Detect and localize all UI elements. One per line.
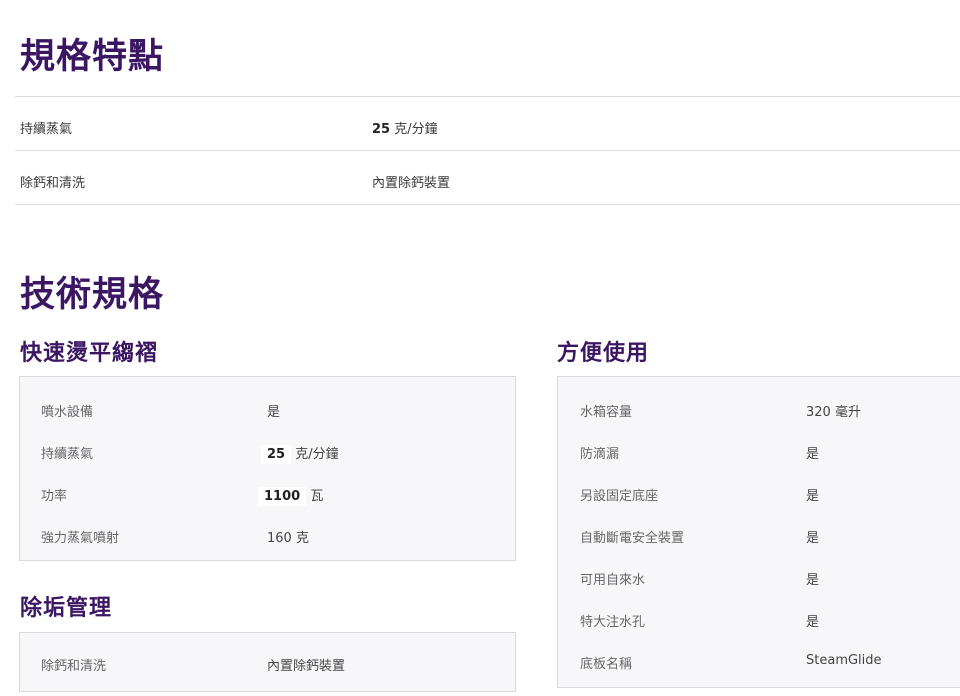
table-row: 強力蒸氣噴射 160 克 <box>20 523 515 547</box>
row-value: 是 <box>806 531 820 546</box>
spec-label: 除鈣和清洗 <box>20 176 86 191</box>
table-row: 噴水設備 是 <box>20 397 515 421</box>
row-label: 水箱容量 <box>580 405 633 420</box>
table-row: 持續蒸氣 25 克/分鐘 <box>20 439 515 464</box>
table-row: 底板名稱 SteamGlide <box>558 649 960 673</box>
row-label: 特大注水孔 <box>580 615 646 630</box>
table-row: 另設固定底座 是 <box>558 481 960 505</box>
spec-value-number: 25 <box>372 122 391 137</box>
row-value: 25 克/分鐘 <box>261 443 339 464</box>
table-row: 水箱容量 320 毫升 <box>558 397 960 421</box>
row-value: 是 <box>267 405 281 420</box>
row-label: 自動斷電安全裝置 <box>580 531 685 546</box>
row-value: 是 <box>806 447 820 462</box>
table-row: 防滴漏 是 <box>558 439 960 463</box>
spec-value: 25 克/分鐘 <box>372 118 438 137</box>
tech-specs-title: 技術規格 <box>20 275 165 315</box>
row-label: 另設固定底座 <box>580 489 659 504</box>
row-value: 320 毫升 <box>806 405 861 420</box>
row-value: 內置除鈣裝置 <box>267 659 346 674</box>
convenience-heading: 方便使用 <box>557 341 650 366</box>
row-label: 強力蒸氣噴射 <box>41 531 120 546</box>
fast-ironing-table: 噴水設備 是 持續蒸氣 25 克/分鐘 功率 1100 瓦 強力蒸氣噴射 160… <box>19 376 516 561</box>
row-value: 是 <box>806 615 820 630</box>
row-label: 持續蒸氣 <box>41 447 94 462</box>
row-value: 是 <box>806 489 820 504</box>
table-row: 特大注水孔 是 <box>558 607 960 631</box>
divider <box>15 150 960 151</box>
table-row: 功率 1100 瓦 <box>20 481 515 506</box>
divider <box>15 204 960 205</box>
row-label: 噴水設備 <box>41 405 94 420</box>
divider <box>15 96 960 97</box>
row-value-unit: 克/分鐘 <box>295 447 339 462</box>
descaling-heading: 除垢管理 <box>20 596 113 621</box>
descaling-table: 除鈣和清洗 內置除鈣裝置 <box>19 632 516 692</box>
row-label: 功率 <box>41 489 68 504</box>
row-label: 除鈣和清洗 <box>41 659 107 674</box>
row-label: 防滴漏 <box>580 447 620 462</box>
row-value: 160 克 <box>267 531 309 546</box>
fast-ironing-heading: 快速燙平縐褶 <box>20 341 159 366</box>
spec-value: 內置除鈣裝置 <box>372 176 451 191</box>
row-label: 底板名稱 <box>580 657 633 672</box>
table-row: 除鈣和清洗 內置除鈣裝置 <box>20 651 515 675</box>
spec-label: 持續蒸氣 <box>20 122 73 137</box>
row-value-unit: 瓦 <box>310 489 324 504</box>
spec-value-unit: 克/分鐘 <box>394 122 438 137</box>
spec-features-title: 規格特點 <box>20 37 165 77</box>
row-value: 是 <box>806 573 820 588</box>
table-row: 自動斷電安全裝置 是 <box>558 523 960 547</box>
row-value: 1100 瓦 <box>258 485 324 506</box>
row-value: SteamGlide <box>806 653 882 668</box>
row-value-number: 25 <box>261 445 292 464</box>
row-value-number: 1100 <box>258 487 307 506</box>
row-label: 可用自來水 <box>580 573 646 588</box>
table-row: 可用自來水 是 <box>558 565 960 589</box>
convenience-table: 水箱容量 320 毫升 防滴漏 是 另設固定底座 是 自動斷電安全裝置 是 可用… <box>557 376 960 688</box>
